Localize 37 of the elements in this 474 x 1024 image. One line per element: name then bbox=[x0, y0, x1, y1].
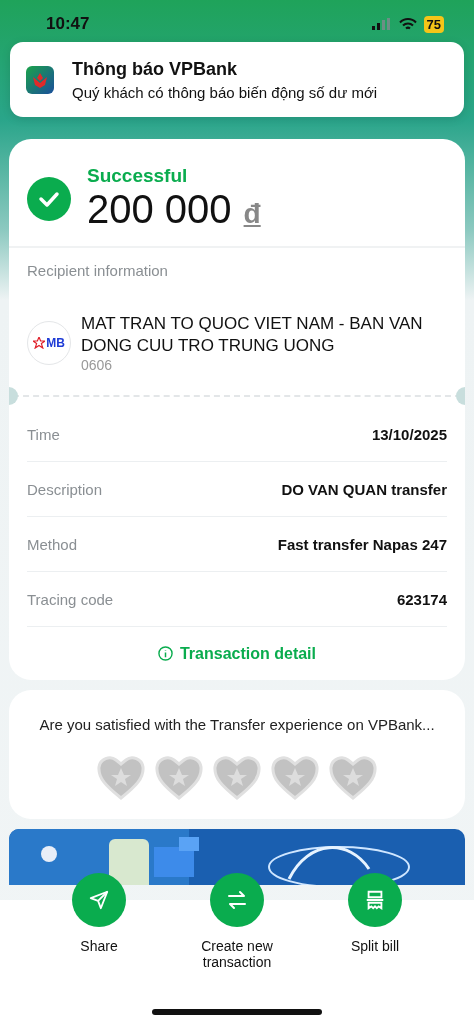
status-text: Successful bbox=[87, 165, 189, 187]
detail-value: 13/10/2025 bbox=[371, 425, 447, 443]
detail-value: DO VAN QUAN transfer bbox=[281, 480, 447, 498]
notification-message: Quý khách có thông báo biến động số dư mới bbox=[72, 83, 378, 101]
detail-label: Description bbox=[27, 480, 103, 498]
currency-symbol: đ bbox=[243, 198, 261, 230]
detail-value: 623174 bbox=[396, 590, 447, 608]
empty-heart-star-icon[interactable] bbox=[154, 753, 204, 801]
recipient-name: MAT TRAN TO QUOC VIET NAM - BAN VAN DONG CUU TRO TRUNG UONG bbox=[81, 313, 424, 357]
status-time: 10:47 bbox=[46, 14, 90, 34]
detail-label: Tracing code bbox=[27, 590, 114, 608]
amount-text: 200 000 bbox=[87, 187, 232, 232]
detail-label: Time bbox=[27, 425, 60, 443]
detail-label: Method bbox=[27, 535, 78, 553]
receipt-icon bbox=[364, 889, 386, 911]
wifi-icon bbox=[398, 17, 417, 31]
action-button[interactable]: Split bill bbox=[320, 873, 430, 1024]
empty-heart-star-icon[interactable] bbox=[212, 753, 262, 801]
star-icon bbox=[33, 337, 46, 349]
empty-heart-star-icon[interactable] bbox=[96, 753, 146, 801]
survey-question: Are you satisfied with the Transfer experience on VPBank... bbox=[38, 716, 436, 733]
info-icon bbox=[157, 646, 173, 661]
send-icon bbox=[88, 889, 110, 911]
battery-level: 75 bbox=[423, 15, 444, 33]
empty-heart-star-icon[interactable] bbox=[328, 753, 378, 801]
notification-title: Thông báo VPBank bbox=[72, 58, 238, 80]
app-logo-icon bbox=[26, 65, 54, 94]
notification-banner[interactable]: Thông báo VPBank Quý khách có thông báo biến động số dư mới bbox=[10, 42, 464, 117]
signal-icon bbox=[371, 18, 392, 30]
empty-heart-star-icon[interactable] bbox=[270, 753, 320, 801]
detail-value: Fast transfer Napas 247 bbox=[277, 535, 447, 553]
section-label: Recipient information bbox=[26, 261, 169, 281]
success-check-icon bbox=[27, 176, 71, 221]
recipient-account: 0606 bbox=[81, 357, 114, 373]
bank-logo-text: MB bbox=[46, 336, 65, 350]
swap-arrows-icon bbox=[225, 888, 249, 912]
action-button[interactable]: Share bbox=[44, 873, 154, 1024]
